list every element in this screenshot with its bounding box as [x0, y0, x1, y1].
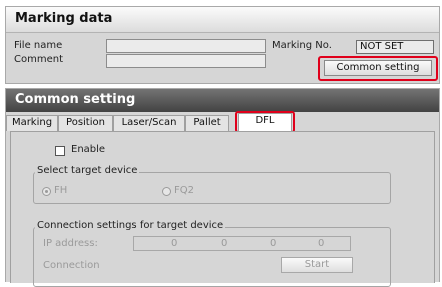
start-button[interactable]: Start [281, 257, 353, 273]
select-target-device-legend: Select target device [35, 165, 140, 176]
ip-address-label: IP address: [43, 238, 98, 249]
comment-field[interactable] [106, 54, 266, 68]
fh-radio[interactable] [42, 187, 51, 196]
tab-pallet[interactable]: Pallet [185, 115, 229, 131]
marking-data-panel: Marking data File name Comment Marking N… [5, 6, 440, 84]
connection-settings-legend: Connection settings for target device [35, 220, 226, 231]
marking-data-title: Marking data [15, 11, 113, 26]
tab-position[interactable]: Position [58, 115, 113, 131]
common-setting-title: Common setting [15, 92, 136, 107]
ip-octet-2: 0 [221, 238, 228, 249]
marking-no-label: Marking No. [272, 40, 332, 51]
dfl-tab-highlight [235, 111, 295, 133]
tab-laser-scan[interactable]: Laser/Scan [113, 115, 185, 131]
marking-no-value: NOT SET [356, 40, 434, 54]
file-name-label: File name [14, 40, 63, 51]
ip-octet-4: 0 [318, 238, 325, 249]
file-name-field[interactable] [106, 39, 266, 53]
enable-label: Enable [71, 144, 106, 155]
fq2-radio-label: FQ2 [174, 185, 194, 196]
common-setting-header: Common setting [6, 89, 439, 112]
ip-octet-3: 0 [270, 238, 277, 249]
enable-checkbox[interactable] [55, 146, 65, 156]
connection-label: Connection [43, 260, 100, 271]
fq2-radio[interactable] [162, 187, 171, 196]
tab-bar: Marking Position Laser/Scan Pallet DFL [6, 111, 439, 133]
common-setting-panel: Common setting Marking Position Laser/Sc… [5, 88, 440, 287]
tab-marking[interactable]: Marking [6, 115, 58, 131]
ip-octet-1: 0 [171, 238, 178, 249]
select-target-device-group [33, 172, 391, 204]
marking-data-header: Marking data [6, 7, 439, 33]
comment-label: Comment [14, 54, 63, 65]
common-setting-button[interactable]: Common setting [324, 60, 432, 76]
dfl-tab-content: Enable Select target device FH FQ2 Conne… [10, 131, 435, 287]
fh-radio-label: FH [54, 185, 68, 196]
